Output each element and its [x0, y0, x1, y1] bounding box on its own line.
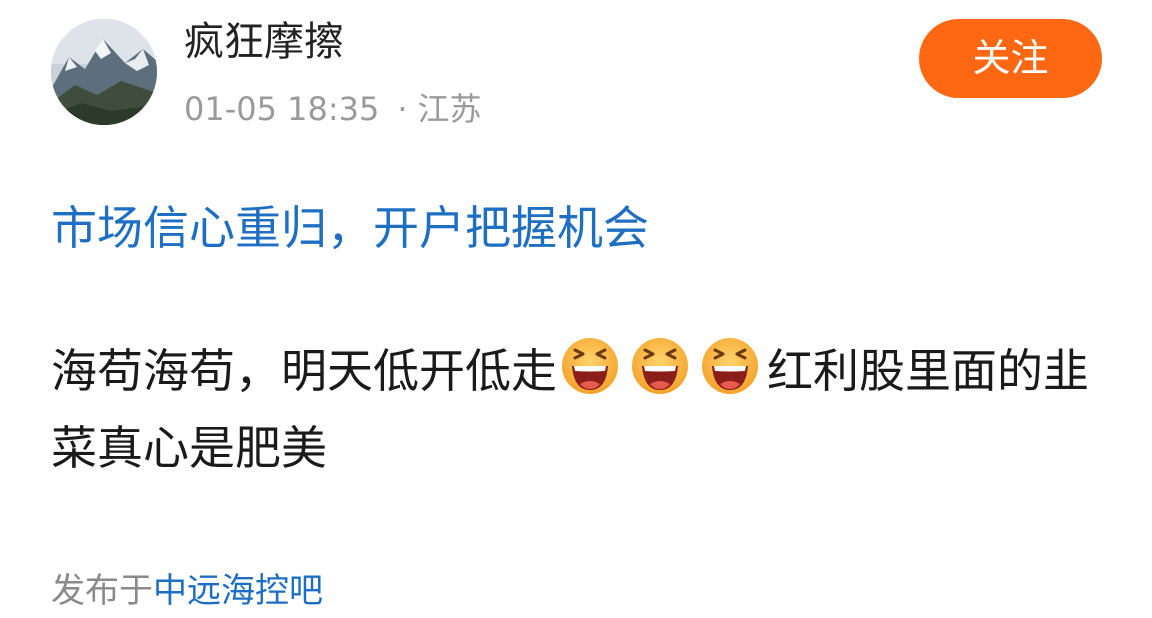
post-text-segment-1: 海苟海苟，明天低开低走	[51, 344, 557, 398]
author-name[interactable]: 疯狂摩擦	[184, 18, 344, 66]
laughing-face-icon	[630, 336, 690, 396]
forum-link[interactable]: 中远海控吧	[153, 571, 323, 611]
author-avatar[interactable]	[51, 19, 157, 125]
post-meta: 01-05 18:35 · 江苏	[184, 88, 482, 130]
avatar-mountain-image	[51, 19, 157, 125]
follow-button[interactable]: 关注	[919, 19, 1102, 98]
laughing-face-icon	[700, 336, 760, 396]
meta-separator: ·	[397, 90, 408, 128]
post-time: 01-05 18:35	[184, 90, 380, 128]
post-footer: 发布于中远海控吧	[51, 570, 323, 612]
footer-prefix: 发布于	[51, 571, 153, 611]
laughing-face-icon	[560, 336, 620, 396]
post-body: 海苟海苟，明天低开低走 红利股里面的韭菜真心是肥美	[51, 333, 1111, 487]
topic-link[interactable]: 市场信心重归，开户把握机会	[51, 200, 649, 256]
post-location: 江苏	[417, 90, 482, 128]
